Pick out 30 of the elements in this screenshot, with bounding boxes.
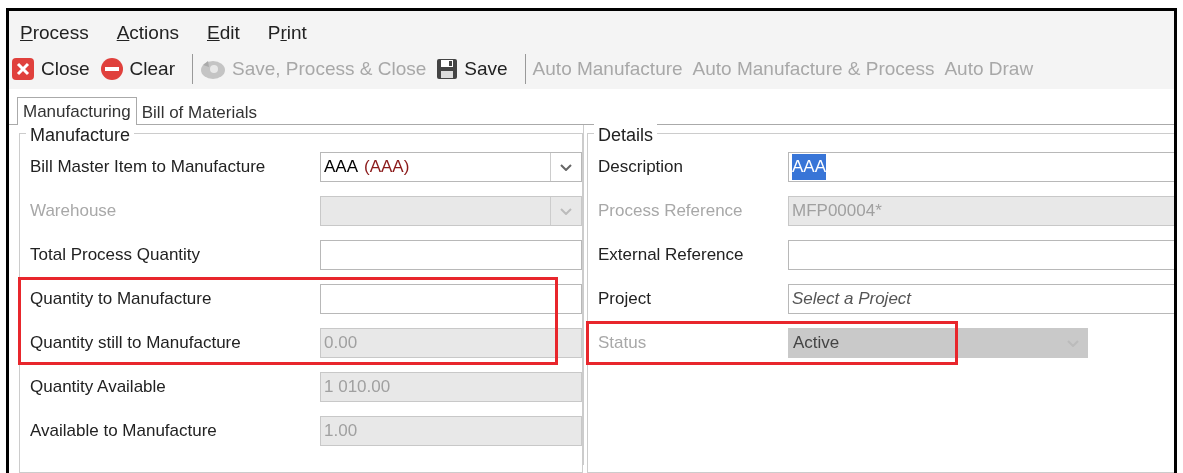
field-label: Warehouse	[30, 200, 118, 223]
toolbar-button[interactable]: Clear	[99, 54, 175, 84]
input-field[interactable]: Select a Project	[788, 284, 1174, 314]
field-label: Description	[598, 156, 685, 179]
toolbar-button[interactable]: Close	[11, 54, 90, 84]
field-label: Bill Master Item to Manufacture	[30, 156, 267, 179]
chevron-down-icon	[560, 207, 572, 215]
input-field[interactable]	[788, 240, 1174, 270]
menu-item[interactable]: Actions	[116, 18, 179, 47]
field-label: Total Process Quantity	[30, 244, 202, 267]
tab[interactable]: Bill of Materials	[136, 100, 262, 124]
field-label: Status	[598, 332, 648, 355]
menu-item[interactable]: Print	[267, 18, 307, 47]
menu-item[interactable]: Process	[20, 18, 89, 47]
field-label: Process Reference	[598, 200, 744, 223]
field-label: External Reference	[598, 244, 745, 267]
menu-item[interactable]: Edit	[207, 18, 240, 47]
tab[interactable]: Manufacturing	[17, 97, 137, 125]
field-label: Project	[598, 288, 652, 311]
field-label: Available to Manufacture	[30, 420, 218, 443]
toolbar-button[interactable]: Save	[436, 54, 508, 84]
input-field[interactable]	[320, 240, 582, 270]
input-field[interactable]: AAA	[788, 152, 1174, 182]
field-label: Quantity to Manufacture	[30, 288, 213, 311]
field-label: Quantity still to Manufacture	[30, 332, 242, 355]
field-label: Quantity Available	[30, 376, 167, 399]
dropdown[interactable]: AAA (AAA)	[320, 152, 582, 182]
chevron-down-icon	[560, 163, 572, 171]
input-field[interactable]	[320, 284, 582, 314]
minus-circle-icon	[99, 57, 124, 81]
